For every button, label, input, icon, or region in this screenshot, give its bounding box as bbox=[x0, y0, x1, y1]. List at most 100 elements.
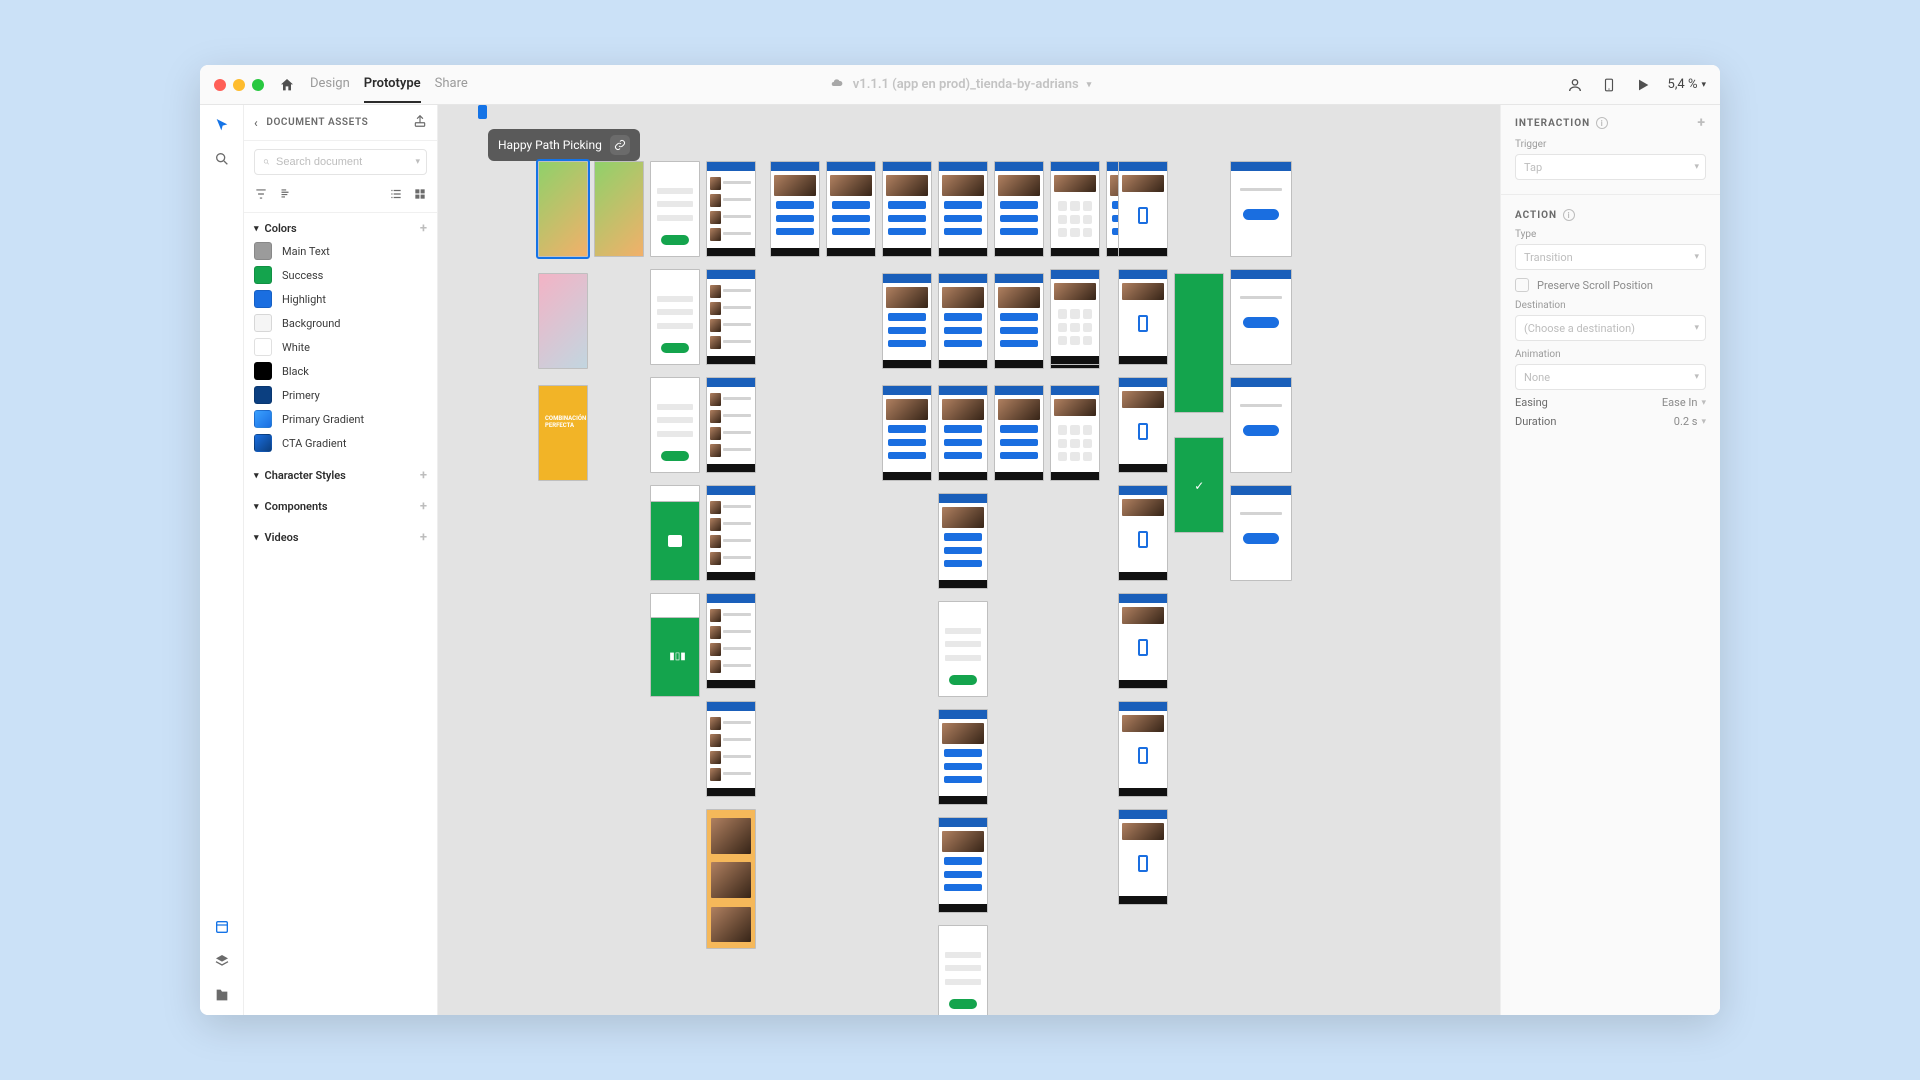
artboard[interactable] bbox=[1050, 385, 1100, 481]
export-icon[interactable] bbox=[413, 114, 427, 131]
color-item[interactable]: CTA Gradient bbox=[254, 434, 427, 452]
artboard[interactable] bbox=[1118, 809, 1168, 905]
artboard[interactable] bbox=[1050, 161, 1100, 257]
artboard[interactable] bbox=[1118, 701, 1168, 797]
add-icon[interactable]: + bbox=[420, 468, 427, 483]
color-item[interactable]: Main Text bbox=[254, 242, 427, 260]
artboard[interactable] bbox=[1118, 593, 1168, 689]
artboard[interactable] bbox=[706, 809, 756, 949]
play-icon[interactable] bbox=[1634, 76, 1652, 94]
artboard[interactable] bbox=[994, 385, 1044, 481]
color-item[interactable]: Primery bbox=[254, 386, 427, 404]
artboard[interactable] bbox=[594, 161, 644, 257]
artboard[interactable] bbox=[994, 161, 1044, 257]
search-input[interactable] bbox=[276, 156, 418, 168]
artboard[interactable] bbox=[882, 273, 932, 369]
add-icon[interactable]: + bbox=[420, 530, 427, 545]
artboard[interactable] bbox=[538, 273, 588, 369]
checkbox-icon[interactable] bbox=[1515, 278, 1529, 292]
artboard[interactable] bbox=[706, 377, 756, 473]
add-icon[interactable]: + bbox=[1697, 115, 1706, 131]
color-item[interactable]: White bbox=[254, 338, 427, 356]
filter-icon[interactable] bbox=[254, 187, 268, 204]
plugins-icon[interactable] bbox=[212, 985, 232, 1005]
artboard[interactable] bbox=[882, 161, 932, 257]
libraries-icon[interactable] bbox=[212, 917, 232, 937]
layers-icon[interactable] bbox=[212, 951, 232, 971]
artboard[interactable] bbox=[938, 385, 988, 481]
artboard[interactable] bbox=[938, 161, 988, 257]
artboard[interactable] bbox=[938, 493, 988, 589]
maximize-icon[interactable] bbox=[252, 79, 264, 91]
artboard[interactable] bbox=[938, 925, 988, 1015]
artboard[interactable] bbox=[650, 377, 700, 473]
add-icon[interactable]: + bbox=[420, 221, 427, 236]
info-icon[interactable]: i bbox=[1563, 209, 1575, 221]
duration-value[interactable]: 0.2 s bbox=[1637, 415, 1697, 428]
artboard[interactable] bbox=[770, 161, 820, 257]
artboard[interactable] bbox=[1118, 269, 1168, 365]
artboard[interactable]: ▮▯▮ bbox=[650, 617, 700, 697]
artboard[interactable] bbox=[706, 269, 756, 365]
color-item[interactable]: Primary Gradient bbox=[254, 410, 427, 428]
back-icon[interactable]: ‹ bbox=[254, 116, 258, 130]
section-charstyles-header[interactable]: ▾ Character Styles + bbox=[254, 468, 427, 483]
color-item[interactable]: Background bbox=[254, 314, 427, 332]
artboard[interactable] bbox=[538, 161, 588, 257]
artboard[interactable]: COMBINACIÓN PERFECTA bbox=[538, 385, 588, 481]
tab-prototype[interactable]: Prototype bbox=[364, 66, 421, 103]
artboard[interactable] bbox=[826, 161, 876, 257]
artboard[interactable] bbox=[938, 601, 988, 697]
preserve-scroll-row[interactable]: Preserve Scroll Position bbox=[1515, 278, 1706, 292]
tab-share[interactable]: Share bbox=[435, 66, 468, 103]
artboard[interactable] bbox=[706, 701, 756, 797]
artboard[interactable] bbox=[1230, 161, 1292, 257]
sort-icon[interactable] bbox=[278, 187, 292, 204]
artboard[interactable] bbox=[1118, 377, 1168, 473]
artboard[interactable] bbox=[706, 485, 756, 581]
close-icon[interactable] bbox=[214, 79, 226, 91]
canvas[interactable]: Happy Path Picking COMBINACIÓN PERFECTA▮… bbox=[438, 105, 1500, 1015]
artboard[interactable] bbox=[938, 273, 988, 369]
artboard[interactable] bbox=[706, 593, 756, 689]
artboard[interactable] bbox=[650, 269, 700, 365]
home-icon[interactable] bbox=[278, 76, 296, 94]
select-tool[interactable] bbox=[212, 115, 232, 135]
info-icon[interactable]: i bbox=[1596, 117, 1608, 129]
color-item[interactable]: Success bbox=[254, 266, 427, 284]
artboard[interactable] bbox=[938, 709, 988, 805]
artboard[interactable]: ✓ bbox=[1174, 437, 1224, 533]
add-icon[interactable]: + bbox=[420, 499, 427, 514]
grid-view-icon[interactable] bbox=[413, 187, 427, 204]
section-videos-header[interactable]: ▾ Videos + bbox=[254, 530, 427, 545]
destination-dropdown[interactable]: (Choose a destination) ▾ bbox=[1515, 315, 1706, 341]
artboard[interactable] bbox=[706, 161, 756, 257]
assets-search[interactable]: ▾ bbox=[254, 149, 427, 175]
trigger-dropdown[interactable]: Tap ▾ bbox=[1515, 154, 1706, 180]
link-icon[interactable] bbox=[610, 135, 630, 155]
minimize-icon[interactable] bbox=[233, 79, 245, 91]
artboard[interactable] bbox=[1230, 485, 1292, 581]
color-item[interactable]: Black bbox=[254, 362, 427, 380]
home-artboard-handle[interactable] bbox=[478, 105, 487, 119]
easing-value[interactable]: Ease In bbox=[1637, 396, 1697, 409]
section-components-header[interactable]: ▾ Components + bbox=[254, 499, 427, 514]
user-icon[interactable] bbox=[1566, 76, 1584, 94]
zoom-tool[interactable] bbox=[212, 149, 232, 169]
section-colors-header[interactable]: ▾ Colors + bbox=[254, 221, 427, 236]
artboard[interactable] bbox=[650, 501, 700, 581]
list-view-icon[interactable] bbox=[389, 187, 403, 204]
tab-design[interactable]: Design bbox=[310, 66, 350, 103]
artboard[interactable] bbox=[1230, 377, 1292, 473]
device-icon[interactable] bbox=[1600, 76, 1618, 94]
type-dropdown[interactable]: Transition ▾ bbox=[1515, 244, 1706, 270]
artboard[interactable] bbox=[938, 817, 988, 913]
animation-dropdown[interactable]: None ▾ bbox=[1515, 364, 1706, 390]
artboard[interactable] bbox=[1174, 273, 1224, 413]
artboard[interactable] bbox=[882, 385, 932, 481]
artboard[interactable] bbox=[1050, 269, 1100, 365]
artboard[interactable] bbox=[1118, 161, 1168, 257]
artboard[interactable] bbox=[1230, 269, 1292, 365]
zoom-control[interactable]: 5,4 % ▾ bbox=[1668, 77, 1706, 92]
artboard[interactable] bbox=[650, 161, 700, 257]
